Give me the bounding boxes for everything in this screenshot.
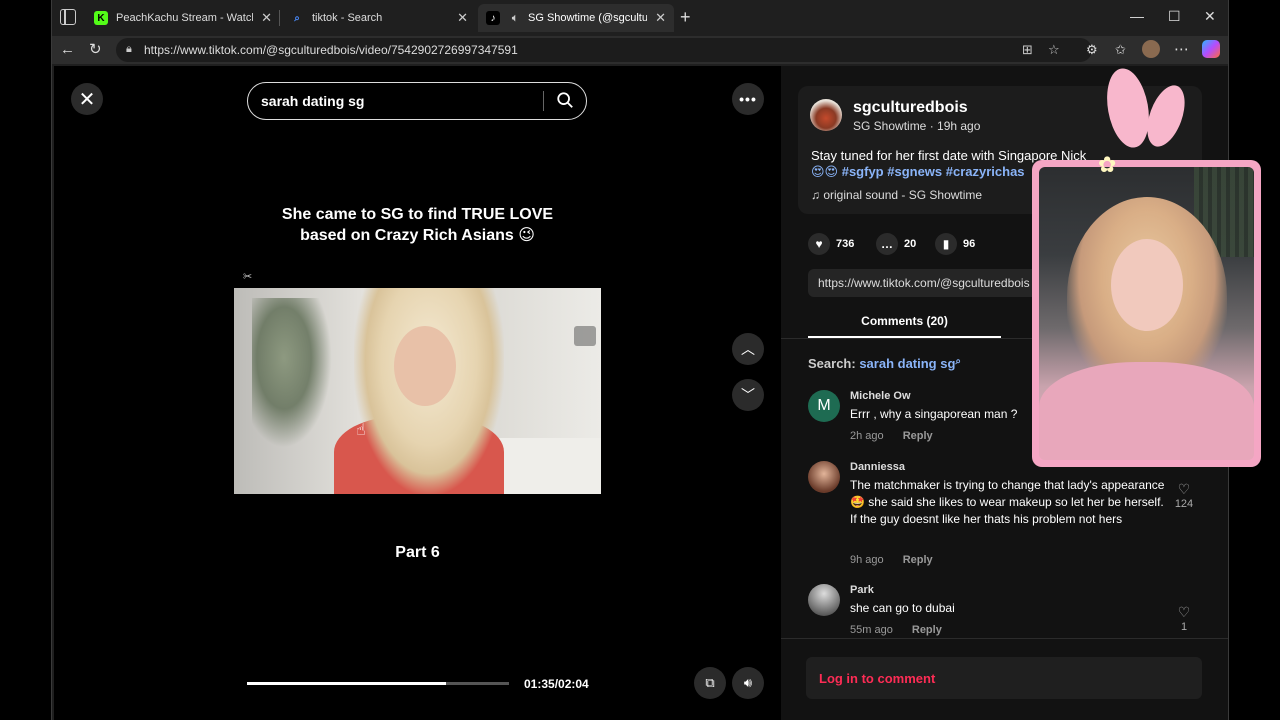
comment-text: The matchmaker is trying to change that …	[850, 478, 1165, 526]
comment-icon: …	[876, 233, 898, 255]
close-icon[interactable]: ✕	[261, 10, 272, 26]
video-time: 01:35/02:04	[524, 677, 589, 691]
more-menu-icon[interactable]: ⋯	[1174, 41, 1189, 59]
close-icon[interactable]: ✕	[457, 10, 468, 26]
flower-icon: ✿	[1098, 152, 1117, 177]
comment-author[interactable]: Michele Ow	[850, 390, 911, 402]
video-frame[interactable]: ☝	[234, 288, 601, 494]
author-name[interactable]: sgculturedbois	[853, 99, 968, 117]
avatar[interactable]	[808, 461, 840, 493]
bookmark-icon: ▮	[935, 233, 957, 255]
minimize-icon[interactable]: —	[1130, 8, 1144, 24]
comment-like-button[interactable]: ♡ 1	[1172, 604, 1196, 633]
tab-title: SG Showtime (@sgculturedb	[528, 12, 648, 24]
more-options-button[interactable]: •••	[732, 83, 764, 115]
url-text: https://www.tiktok.com/@sgculturedbois/v…	[144, 43, 518, 57]
close-icon[interactable]: ✕	[655, 10, 666, 26]
back-icon[interactable]: ←	[60, 41, 75, 59]
related-search[interactable]: Search: sarah dating sg⌕	[808, 356, 961, 371]
reply-button[interactable]: Reply	[903, 554, 933, 566]
tab-sg-showtime[interactable]: ♪ 🔈︎ SG Showtime (@sgculturedb ✕	[478, 4, 674, 32]
search-icon[interactable]	[556, 91, 574, 109]
tab-comments[interactable]: Comments (20)	[808, 314, 1001, 338]
progress-bar[interactable]	[247, 682, 509, 685]
save-button[interactable]: ▮ 96	[935, 233, 975, 255]
tab-title: tiktok - Search	[312, 12, 383, 24]
comment-text: she can go to dubai	[850, 601, 955, 615]
like-button[interactable]: ♥ 736	[808, 233, 854, 255]
avatar[interactable]: M	[808, 390, 840, 422]
webcam-feed	[1039, 167, 1254, 460]
comment-author[interactable]: Danniessa	[850, 461, 905, 473]
hand-cursor-icon: ☝	[356, 422, 366, 439]
volume-icon[interactable]: 🔊︎	[732, 667, 764, 699]
webcam-overlay	[1032, 160, 1261, 467]
reply-button[interactable]: Reply	[903, 430, 933, 442]
part-label: Part 6	[395, 544, 440, 561]
tab-title: PeachKachu Stream - Watch Live	[116, 12, 253, 24]
tab-peachkachu[interactable]: K PeachKachu Stream - Watch Live ✕	[86, 4, 280, 32]
extensions-icon[interactable]: ⚙	[1086, 41, 1098, 59]
like-count: 736	[836, 238, 855, 250]
close-video-button[interactable]: ✕	[71, 83, 103, 115]
comment-button[interactable]: … 20	[876, 233, 916, 255]
heart-outline-icon: ♡	[1177, 604, 1191, 620]
copilot-icon[interactable]	[1202, 40, 1220, 58]
comment-meta: 55m ago Reply	[850, 624, 942, 636]
author-subtitle: SG Showtime · 19h ago	[853, 119, 981, 133]
next-video-button[interactable]: ﹀	[732, 379, 764, 411]
search-icon: ⌕	[955, 356, 962, 367]
author-avatar[interactable]	[810, 99, 842, 131]
kick-icon: K	[94, 11, 108, 25]
login-to-comment-button[interactable]: Log in to comment	[806, 657, 1202, 699]
music-note-icon: ♫	[811, 188, 824, 202]
hashtags[interactable]: 😍😍 #sgfyp #sgnews #crazyrichas	[811, 164, 1025, 180]
lock-icon: 🔒︎	[126, 43, 132, 55]
new-tab-button[interactable]: +	[680, 8, 691, 26]
pip-icon[interactable]: ⧉	[694, 667, 726, 699]
reply-button[interactable]: Reply	[912, 624, 942, 636]
search-query: sarah dating sg	[261, 93, 365, 109]
favorites-icon[interactable]: ✩	[1115, 41, 1126, 59]
video-headline: She came to SG to find TRUE LOVE based o…	[281, 206, 554, 244]
previous-video-button[interactable]: ︿	[732, 333, 764, 365]
comment-count: 20	[904, 238, 917, 250]
comment-meta: 2h ago Reply	[850, 430, 933, 442]
tab-strip: K PeachKachu Stream - Watch Live ✕ ⌕ tik…	[52, 0, 1228, 36]
address-bar[interactable]: 🔒︎ https://www.tiktok.com/@sgculturedboi…	[116, 38, 1092, 62]
favorite-star-icon[interactable]: ☆	[1048, 42, 1060, 58]
save-count: 96	[963, 238, 976, 250]
tab-tiktok-search[interactable]: ⌕ tiktok - Search ✕	[282, 4, 476, 32]
sound-info[interactable]: ♫ original sound - SG Showtime	[811, 188, 982, 202]
avatar[interactable]	[808, 584, 840, 616]
heart-icon: ♥	[808, 233, 830, 255]
speaker-icon[interactable]: 🔈︎	[508, 11, 522, 25]
progress-fill	[247, 682, 447, 685]
heart-outline-icon: ♡	[1177, 481, 1191, 497]
video-search-bar[interactable]: sarah dating sg	[247, 82, 587, 120]
comment-author[interactable]: Park	[850, 584, 874, 596]
refresh-icon[interactable]: ↻	[89, 41, 102, 59]
video-player[interactable]: sarah dating sg She came to SG to find T…	[234, 66, 601, 720]
browser-toolbar: ← ↻ 🔒︎ https://www.tiktok.com/@sgculture…	[52, 36, 1228, 64]
capcut-logo-icon: ✂	[243, 271, 253, 283]
comment-like-button[interactable]: ♡ 124	[1172, 481, 1196, 510]
profile-avatar[interactable]	[1142, 40, 1160, 58]
watermark-icon	[574, 326, 596, 346]
comment-meta: 9h ago Reply	[850, 554, 933, 566]
search-icon: ⌕	[294, 12, 300, 24]
app-icon[interactable]: ⊞	[1022, 42, 1033, 58]
tiktok-icon: ♪	[486, 11, 500, 25]
sidebar-toggle-icon[interactable]	[60, 9, 76, 25]
maximize-icon[interactable]: ☐	[1168, 8, 1181, 25]
window-close-icon[interactable]: ✕	[1204, 8, 1216, 25]
